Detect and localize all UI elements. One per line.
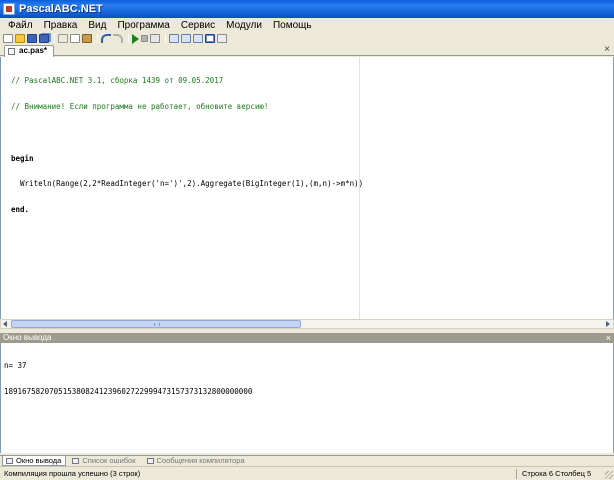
stop-icon[interactable]	[141, 35, 148, 42]
output-panel-header: Окно вывода ×	[0, 333, 614, 343]
scroll-left-icon[interactable]	[3, 321, 7, 327]
code-line: begin	[11, 153, 34, 163]
window-title: PascalABC.NET	[19, 3, 103, 15]
toolbar-separator	[54, 34, 55, 43]
output-text: n= 37 1891675820705153808241239602722999…	[4, 345, 252, 414]
menu-service[interactable]: Сервис	[177, 20, 222, 31]
menu-bar: Файл Правка Вид Программа Сервис Модули …	[0, 18, 614, 33]
menu-edit[interactable]: Правка	[40, 20, 85, 31]
output-window[interactable]: n= 37 1891675820705153808241239602722999…	[0, 343, 614, 453]
scrollbar-thumb[interactable]	[11, 320, 301, 328]
status-bar: Компиляция прошла успешно (3 строк) Стро…	[0, 466, 614, 480]
close-output-icon[interactable]: ×	[606, 333, 611, 343]
file-icon	[8, 48, 15, 55]
run-icon[interactable]	[132, 33, 139, 44]
code-text: // PascalABC.NET 3.1, сборка 1439 от 09.…	[11, 60, 363, 232]
tab-output-window[interactable]: Окно вывода	[2, 456, 67, 466]
tab-label: Список ошибок	[82, 456, 136, 465]
compile-icon[interactable]	[150, 34, 160, 43]
tab-error-list[interactable]: Список ошибок	[68, 456, 140, 466]
paste-icon[interactable]	[82, 34, 92, 43]
debug-icon[interactable]	[169, 34, 179, 43]
cursor-position: Строка 6 Столбец 5	[522, 469, 592, 478]
output-panel-title: Окно вывода	[3, 333, 52, 342]
code-line: Writeln(Range(2,2*ReadInteger('n=')',2).…	[11, 179, 364, 189]
redo-icon[interactable]	[113, 34, 123, 43]
status-message: Компиляция прошла успешно (3 строк)	[4, 469, 141, 478]
editor-horizontal-scrollbar[interactable]	[0, 319, 614, 329]
tab-label: ac.pas*	[19, 46, 48, 55]
output-toggle-icon[interactable]	[205, 34, 215, 43]
grip-icon	[154, 323, 160, 326]
menu-view[interactable]: Вид	[84, 20, 113, 31]
output-window-icon	[6, 458, 13, 464]
toolbar-separator	[97, 34, 98, 43]
title-bar: PascalABC.NET	[0, 0, 614, 18]
code-line: // Внимание! Если программа не работает,…	[11, 101, 269, 111]
editor-tab-strip: ac.pas* ×	[0, 44, 614, 57]
code-line: // PascalABC.NET 3.1, сборка 1439 от 09.…	[11, 76, 224, 86]
menu-file[interactable]: Файл	[4, 20, 40, 31]
compiler-messages-icon	[146, 458, 154, 464]
menu-modules[interactable]: Модули	[222, 20, 269, 31]
menu-help[interactable]: Помощь	[269, 20, 319, 31]
step-over-icon[interactable]	[193, 34, 203, 43]
bottom-tab-strip: Окно вывода Список ошибок Сообщения комп…	[0, 455, 614, 466]
toolbar	[0, 33, 614, 44]
output-line: n= 37	[4, 361, 27, 371]
form-designer-icon[interactable]	[217, 34, 227, 43]
step-icon[interactable]	[181, 34, 191, 43]
app-icon	[3, 3, 15, 15]
tab-ac-pas[interactable]: ac.pas*	[4, 45, 55, 57]
error-list-icon	[72, 458, 80, 464]
close-tab-icon[interactable]: ×	[604, 44, 610, 55]
tab-label: Сообщения компилятора	[156, 456, 245, 465]
output-line: 1891675820705153808241239602722999473157…	[4, 386, 253, 396]
scroll-right-icon[interactable]	[606, 321, 610, 327]
save-all-icon[interactable]	[39, 34, 49, 43]
tab-compiler-messages[interactable]: Сообщения компилятора	[143, 456, 250, 466]
save-icon[interactable]	[27, 34, 37, 43]
toolbar-separator	[165, 34, 166, 43]
code-line: end.	[11, 205, 30, 215]
resize-grip-icon[interactable]	[605, 471, 613, 479]
code-editor[interactable]: // PascalABC.NET 3.1, сборка 1439 от 09.…	[0, 57, 614, 319]
open-file-icon[interactable]	[15, 34, 25, 43]
undo-icon[interactable]	[101, 34, 111, 43]
new-file-icon[interactable]	[3, 34, 13, 43]
status-separator	[516, 469, 517, 479]
tab-label: Окно вывода	[16, 456, 62, 465]
copy-icon[interactable]	[70, 34, 80, 43]
menu-program[interactable]: Программа	[113, 20, 176, 31]
cut-icon[interactable]	[58, 34, 68, 43]
toolbar-separator	[128, 34, 129, 43]
